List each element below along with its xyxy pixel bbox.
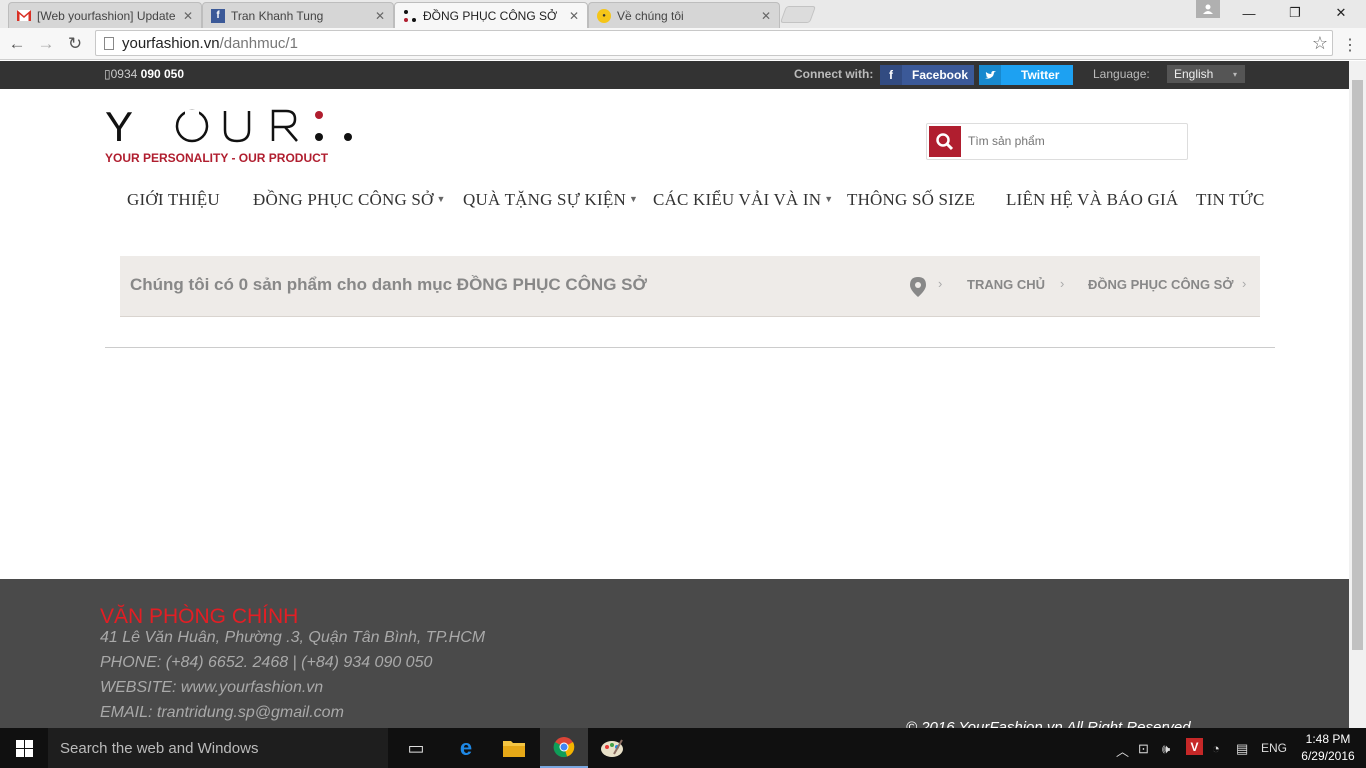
breadcrumb-category[interactable]: ĐỒNG PHỤC CÔNG SỞ [1088, 277, 1233, 292]
topbar-phone: ▯0934 090 050 [104, 67, 185, 81]
caret-down-icon: ▼ [628, 194, 639, 204]
action-center-icon[interactable]: ▤ [1236, 741, 1248, 757]
footer-email[interactable]: EMAIL: trantridung.sp@gmail.com [100, 704, 344, 722]
tab-label: Tran Khanh Tung [231, 8, 324, 23]
tab-label: Về chúng tôi [617, 8, 684, 23]
clock-time: 1:48 PM [1305, 732, 1351, 746]
chevron-down-icon: ▾ [1232, 69, 1237, 79]
restore-icon[interactable]: ❐ [1272, 0, 1318, 26]
scrollbar-thumb[interactable] [1352, 80, 1363, 650]
tray-chevron-up-icon[interactable]: ︿ [1116, 741, 1129, 760]
nav-qua-tang-su-kien[interactable]: QUÀ TẶNG SỰ KIỆN ▼ [463, 190, 638, 210]
search-icon [936, 132, 954, 150]
paint-icon[interactable] [588, 728, 636, 768]
nav-cac-kieu-vai-va-in[interactable]: CÁC KIỂU VẢI VÀ IN ▼ [653, 190, 833, 210]
edge-icon[interactable]: e [442, 728, 490, 768]
nav-tin-tuc[interactable]: TIN TỨC [1196, 190, 1265, 210]
windows-start-icon[interactable] [0, 728, 48, 768]
close-tab-icon[interactable]: ✕ [761, 9, 771, 23]
nav-lien-he-va-bao-gia[interactable]: LIÊN HỆ VÀ BÁO GIÁ [1006, 190, 1178, 210]
browser-toolbar: ← → ↻ yourfashion.vn/danhmuc/1 ☆ ⋮ [0, 28, 1366, 60]
caret-down-icon: ▼ [436, 194, 446, 204]
site-logo-icon [403, 9, 417, 23]
footer-phone: PHONE: (+84) 6652. 2468 | (+84) 934 090 … [100, 654, 433, 671]
input-language[interactable]: ENG [1261, 741, 1287, 755]
facebook-label: Facebook [912, 68, 969, 82]
facebook-icon: f [211, 8, 225, 23]
taskbar-search[interactable]: Search the web and Windows [48, 728, 388, 768]
page-icon [104, 36, 114, 50]
language-label: Language: [1093, 67, 1150, 81]
twitter-button[interactable]: Twitter [979, 65, 1073, 85]
phone-icon: ▯ [104, 67, 111, 81]
footer-title: VĂN PHÒNG CHÍNH [100, 605, 299, 628]
taskbar-clock[interactable]: 1:48 PM 6/29/2016 [1300, 731, 1356, 765]
clock-date: 6/29/2016 [1301, 749, 1355, 763]
url-path: /danhmuc/1 [219, 34, 298, 52]
search-input[interactable] [968, 127, 1178, 155]
chrome-icon[interactable] [540, 728, 588, 768]
breadcrumb-separator-icon: › [1242, 276, 1247, 291]
content-divider [105, 347, 1275, 348]
close-tab-icon[interactable]: ✕ [375, 9, 385, 23]
caret-down-icon: ▼ [824, 194, 834, 204]
footer-website[interactable]: WEBSITE: www.yourfashion.vn [100, 679, 323, 697]
tab-label: ĐỒNG PHỤC CÔNG SỞ [423, 8, 558, 23]
tab-ve-chung-toi[interactable]: ● Về chúng tôi ✕ [588, 2, 780, 28]
tab-facebook[interactable]: f Tran Khanh Tung ✕ [202, 2, 394, 28]
tab-dong-phuc-cong-so[interactable]: ĐỒNG PHỤC CÔNG SỞ ✕ [394, 2, 588, 28]
address-bar[interactable]: yourfashion.vn/danhmuc/1 ☆ [95, 30, 1333, 56]
nav-thong-so-size[interactable]: THÔNG SỐ SIZE [847, 190, 975, 210]
language-select[interactable]: English ▾ [1167, 65, 1245, 83]
facebook-button[interactable]: f Facebook [880, 65, 974, 85]
breadcrumb-separator-icon: › [1060, 276, 1065, 291]
forward-icon[interactable]: → [34, 32, 58, 56]
task-view-icon[interactable]: ▭ [392, 728, 440, 768]
svg-text:Y: Y [105, 105, 139, 147]
connect-label: Connect with: [794, 67, 874, 81]
location-pin-icon [910, 277, 926, 297]
network-icon[interactable]: ⊡ [1138, 741, 1149, 757]
nav-dong-phuc-cong-so[interactable]: ĐỒNG PHỤC CÔNG SỞ ▼ [253, 190, 446, 210]
wifi-icon[interactable]: ◔ [1212, 741, 1220, 756]
antivirus-icon[interactable]: V [1186, 738, 1203, 755]
search-button[interactable] [929, 126, 961, 157]
twitter-label: Twitter [1021, 68, 1060, 82]
menu-icon[interactable]: ⋮ [1338, 33, 1362, 57]
site-logo[interactable]: Y [105, 103, 355, 152]
tab-label: [Web yourfashion] Update [37, 8, 176, 23]
new-tab-button[interactable] [779, 6, 817, 23]
breadcrumb-separator-icon: › [938, 276, 943, 291]
twitter-icon [979, 65, 1001, 85]
close-tab-icon[interactable]: ✕ [183, 9, 193, 23]
gmail-icon [17, 9, 31, 23]
nav-gioi-thieu[interactable]: GIỚI THIỆU [127, 190, 220, 210]
url-host: yourfashion.vn [122, 34, 220, 52]
back-icon[interactable]: ← [5, 32, 29, 56]
reload-icon[interactable]: ↻ [63, 32, 87, 56]
profile-icon[interactable] [1196, 0, 1220, 18]
footer-address: 41 Lê Văn Huân, Phường .3, Quận Tân Bình… [100, 629, 486, 646]
minimize-icon[interactable]: — [1226, 0, 1272, 26]
category-summary: Chúng tôi có 0 sản phẩm cho danh mục ĐỒN… [130, 275, 647, 294]
bookmark-star-icon[interactable]: ☆ [1312, 33, 1328, 54]
facebook-icon: f [880, 65, 902, 85]
tab-gmail[interactable]: [Web yourfashion] Update ✕ [8, 2, 202, 28]
logo-mark: Y [105, 103, 352, 150]
close-tab-icon[interactable]: ✕ [569, 9, 579, 23]
volume-icon[interactable]: 🕪 [1162, 741, 1170, 757]
site-icon: ● [597, 8, 611, 23]
file-explorer-icon[interactable] [490, 728, 538, 768]
logo-tagline: YOUR PERSONALITY - OUR PRODUCT [105, 151, 329, 165]
breadcrumb-home[interactable]: TRANG CHỦ [967, 277, 1045, 292]
close-window-icon[interactable]: ✕ [1318, 0, 1364, 26]
